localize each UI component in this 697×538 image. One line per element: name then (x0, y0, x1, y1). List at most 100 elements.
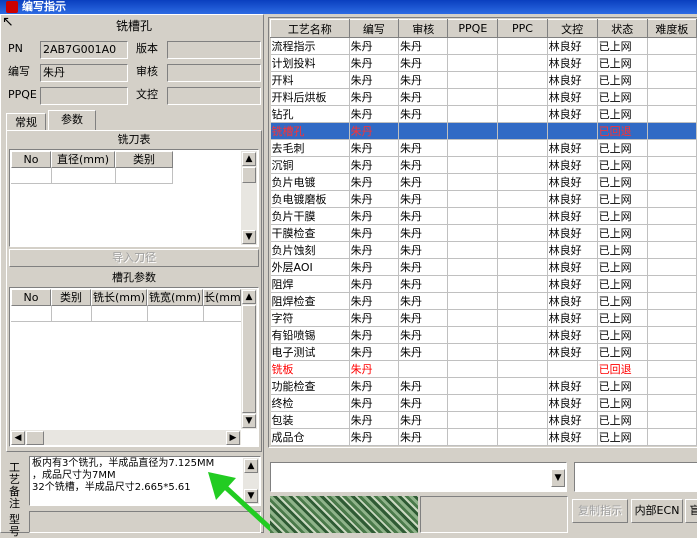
grid-cell[interactable]: 林良好 (547, 326, 598, 344)
grid-cell[interactable] (547, 360, 598, 378)
grid-cell[interactable]: 朱丹 (349, 139, 400, 157)
grid-cell[interactable] (647, 258, 697, 276)
grid-cell[interactable]: 林良好 (547, 173, 598, 191)
grid-row[interactable]: 负片电镀 朱丹 朱丹 林良好 已上网 (270, 173, 697, 191)
grid-cell[interactable]: 朱丹 (349, 224, 400, 242)
grid-cell[interactable]: 朱丹 (349, 275, 400, 293)
grid-cell[interactable] (447, 207, 499, 225)
grid-cell[interactable] (647, 275, 697, 293)
grid-row[interactable]: 铣槽孔 朱丹 已回退 (270, 122, 697, 140)
grid-cell[interactable]: 朱丹 (349, 343, 400, 361)
grid-cell[interactable]: 朱丹 (349, 258, 400, 276)
col-ppqe[interactable]: PPQE (447, 19, 499, 38)
col-process-name[interactable]: 工艺名称 (270, 19, 350, 38)
grid-cell[interactable] (497, 54, 548, 72)
grid-cell[interactable] (497, 309, 548, 327)
tab-general[interactable]: 常规 (6, 113, 46, 131)
grid-cell[interactable] (447, 275, 499, 293)
grid-cell[interactable]: 已上网 (597, 37, 648, 55)
bottom-combo-2[interactable] (574, 462, 697, 492)
col-status[interactable]: 状态 (596, 19, 648, 38)
grid-cell[interactable]: 已上网 (597, 207, 648, 225)
grid-cell[interactable] (447, 156, 499, 174)
slot-scroll-thumb[interactable] (242, 305, 256, 413)
grid-cell[interactable]: 朱丹 (398, 88, 449, 106)
grid-cell[interactable] (647, 377, 697, 395)
grid-cell[interactable]: 朱丹 (349, 156, 400, 174)
grid-cell[interactable]: 林良好 (547, 139, 598, 157)
grid-cell[interactable]: 朱丹 (398, 173, 449, 191)
grid-cell[interactable] (647, 309, 697, 327)
grid-cell[interactable]: 朱丹 (398, 224, 449, 242)
grid-cell[interactable]: 已上网 (597, 241, 648, 259)
grid-cell[interactable] (447, 190, 499, 208)
grid-cell[interactable]: 朱丹 (349, 122, 400, 140)
grid-cell[interactable]: 已回退 (597, 122, 648, 140)
grid-cell[interactable]: 功能检查 (270, 377, 350, 395)
grid-cell[interactable]: 朱丹 (349, 173, 400, 191)
grid-cell[interactable]: 朱丹 (349, 292, 400, 310)
grid-cell[interactable] (647, 360, 697, 378)
grid-cell[interactable] (497, 292, 548, 310)
grid-cell[interactable]: 沉铜 (270, 156, 350, 174)
slot-col-long[interactable]: 长(mm (203, 289, 241, 306)
grid-cell[interactable] (647, 139, 697, 157)
grid-cell[interactable]: 包装 (270, 411, 350, 429)
grid-cell[interactable]: 朱丹 (398, 411, 449, 429)
grid-cell[interactable] (647, 411, 697, 429)
grid-cell[interactable]: 朱丹 (398, 326, 449, 344)
grid-row[interactable]: 沉铜 朱丹 朱丹 林良好 已上网 (270, 156, 697, 174)
grid-cell[interactable] (497, 241, 548, 259)
grid-cell[interactable]: 朱丹 (349, 309, 400, 327)
grid-cell[interactable] (497, 377, 548, 395)
grid-cell[interactable] (497, 326, 548, 344)
grid-cell[interactable] (398, 360, 449, 378)
grid-cell[interactable]: 已上网 (597, 258, 648, 276)
grid-cell[interactable] (497, 190, 548, 208)
grid-row[interactable]: 阻焊检查 朱丹 朱丹 林良好 已上网 (270, 292, 697, 310)
tool-col-no[interactable]: No (11, 151, 51, 168)
ppqe-field[interactable] (40, 87, 128, 105)
grid-cell[interactable] (447, 139, 499, 157)
grid-cell[interactable]: 已上网 (597, 88, 648, 106)
grid-cell[interactable]: 朱丹 (349, 360, 400, 378)
grid-cell[interactable]: 负片蚀刻 (270, 241, 350, 259)
grid-cell[interactable]: 流程指示 (270, 37, 350, 55)
grid-cell[interactable] (647, 343, 697, 361)
grid-cell[interactable]: 朱丹 (398, 275, 449, 293)
grid-cell[interactable] (497, 105, 548, 123)
grid-cell[interactable] (647, 156, 697, 174)
grid-cell[interactable] (497, 411, 548, 429)
grid-cell[interactable] (497, 88, 548, 106)
grid-cell[interactable]: 林良好 (547, 105, 598, 123)
grid-cell[interactable]: 林良好 (547, 377, 598, 395)
grid-cell[interactable] (647, 88, 697, 106)
grid-cell[interactable]: 林良好 (547, 343, 598, 361)
grid-cell[interactable]: 计划投料 (270, 54, 350, 72)
grid-cell[interactable]: 负片电镀 (270, 173, 350, 191)
grid-cell[interactable]: 干膜检查 (270, 224, 350, 242)
grid-row[interactable]: 包装 朱丹 朱丹 林良好 已上网 (270, 411, 697, 429)
slot-col-type[interactable]: 类别 (51, 289, 91, 306)
grid-cell[interactable] (447, 258, 499, 276)
col-writer[interactable]: 编写 (348, 19, 400, 38)
grid-cell[interactable] (497, 258, 548, 276)
grid-cell[interactable]: 林良好 (547, 224, 598, 242)
slot-col-length[interactable]: 铣长(mm) (91, 289, 147, 306)
grid-cell[interactable]: 朱丹 (349, 190, 400, 208)
grid-cell[interactable]: 朱丹 (349, 37, 400, 55)
grid-cell[interactable]: 阻焊检查 (270, 292, 350, 310)
import-diameter-button[interactable]: 导入刀径 (9, 249, 259, 267)
grid-cell[interactable]: 已上网 (597, 309, 648, 327)
grid-cell[interactable]: 钻孔 (270, 105, 350, 123)
grid-row[interactable]: 有铅喷锡 朱丹 朱丹 林良好 已上网 (270, 326, 697, 344)
extra-button[interactable]: 盲 (685, 499, 697, 523)
review-field[interactable] (167, 64, 261, 82)
grid-cell[interactable] (447, 292, 499, 310)
grid-cell[interactable]: 林良好 (547, 156, 598, 174)
grid-cell[interactable]: 负片干膜 (270, 207, 350, 225)
writer-field[interactable]: 朱丹 (40, 64, 128, 82)
grid-cell[interactable] (647, 241, 697, 259)
grid-cell[interactable] (647, 292, 697, 310)
grid-cell[interactable] (447, 241, 499, 259)
